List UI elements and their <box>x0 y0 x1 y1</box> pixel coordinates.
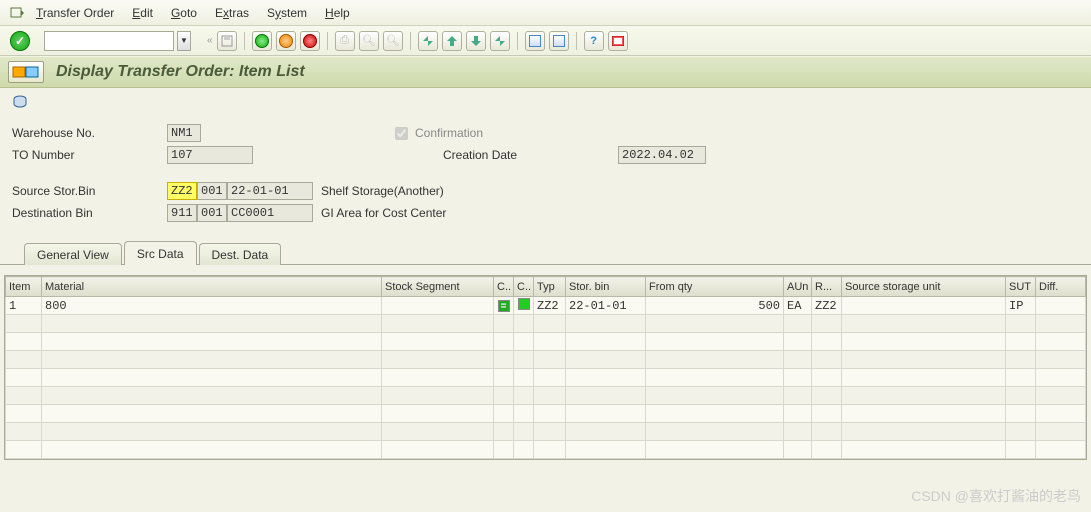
last-page-button[interactable] <box>490 31 510 51</box>
source-section-field: 001 <box>197 182 227 200</box>
table-row-empty <box>6 333 1086 351</box>
cell-source-su <box>842 297 1006 315</box>
enter-button[interactable]: ✓ <box>10 31 30 51</box>
new-session-button[interactable] <box>525 31 545 51</box>
col-r[interactable]: R... <box>812 277 842 297</box>
cell-typ: ZZ2 <box>534 297 566 315</box>
col-item[interactable]: Item <box>6 277 42 297</box>
print-button[interactable]: ⎙ <box>335 31 355 51</box>
page-title: Display Transfer Order: Item List <box>56 63 305 81</box>
menu-goto[interactable]: Goto <box>171 6 197 20</box>
col-c2[interactable]: C.. <box>514 277 534 297</box>
col-typ[interactable]: Typ <box>534 277 566 297</box>
cell-item: 1 <box>6 297 42 315</box>
col-source-su[interactable]: Source storage unit <box>842 277 1006 297</box>
command-field[interactable] <box>44 31 174 51</box>
cell-sut: IP <box>1006 297 1036 315</box>
find-next-button[interactable]: 🔍︎ <box>383 31 403 51</box>
col-aun[interactable]: AUn <box>784 277 812 297</box>
standard-toolbar: ✓ ▼ « ⎙ 🔍︎ 🔍︎ ? <box>0 26 1091 56</box>
cell-material: 800 <box>42 297 382 315</box>
col-stor-bin[interactable]: Stor. bin <box>566 277 646 297</box>
table-row-empty <box>6 423 1086 441</box>
cell-stock-segment <box>382 297 494 315</box>
table-row[interactable]: 1 800 = ZZ2 22-01-01 500 EA ZZ2 IP <box>6 297 1086 315</box>
confirmation-checkbox <box>395 127 408 140</box>
header-form: Warehouse No. NM1 Confirmation TO Number… <box>0 116 1091 230</box>
shortcut-button[interactable] <box>549 31 569 51</box>
col-c1[interactable]: C.. <box>494 277 514 297</box>
find-button[interactable]: 🔍︎ <box>359 31 379 51</box>
menu-transfer-order[interactable]: Transfer Order <box>36 6 114 20</box>
status-ok-icon <box>518 298 530 310</box>
tab-src-data[interactable]: Src Data <box>124 241 197 265</box>
cell-stor-bin: 22-01-01 <box>566 297 646 315</box>
tab-dest-data[interactable]: Dest. Data <box>199 243 282 265</box>
table-row-empty <box>6 315 1086 333</box>
item-grid[interactable]: Item Material Stock Segment C.. C.. Typ … <box>4 275 1087 460</box>
col-from-qty[interactable]: From qty <box>646 277 784 297</box>
help-button[interactable]: ? <box>584 31 604 51</box>
cell-aun: EA <box>784 297 812 315</box>
dest-bin-label: Destination Bin <box>12 206 167 220</box>
next-page-button[interactable] <box>466 31 486 51</box>
table-row-empty <box>6 387 1086 405</box>
dest-storage-type-field: 911 <box>167 204 197 222</box>
command-dropdown[interactable]: ▼ <box>177 31 191 51</box>
col-diff[interactable]: Diff. <box>1036 277 1086 297</box>
exit-button[interactable] <box>276 31 296 51</box>
layout-button[interactable] <box>608 31 628 51</box>
title-bar: Display Transfer Order: Item List <box>0 56 1091 88</box>
dest-section-field: 001 <box>197 204 227 222</box>
col-material[interactable]: Material <box>42 277 382 297</box>
to-number-label: TO Number <box>12 148 167 162</box>
col-stock-segment[interactable]: Stock Segment <box>382 277 494 297</box>
app-toolbar <box>0 88 1091 116</box>
save-button[interactable] <box>217 31 237 51</box>
col-sut[interactable]: SUT <box>1006 277 1036 297</box>
cell-r: ZZ2 <box>812 297 842 315</box>
table-row-empty <box>6 351 1086 369</box>
first-page-button[interactable] <box>418 31 438 51</box>
cell-c1: = <box>494 297 514 315</box>
tabstrip: General View Src Data Dest. Data <box>0 240 1091 264</box>
confirmation-label: Confirmation <box>415 126 483 140</box>
creation-date-label: Creation Date <box>443 148 618 162</box>
cell-c2 <box>514 297 534 315</box>
prev-page-button[interactable] <box>442 31 462 51</box>
warehouse-label: Warehouse No. <box>12 126 167 140</box>
menu-system[interactable]: System <box>267 6 307 20</box>
other-data-icon[interactable] <box>10 93 30 111</box>
warehouse-field: NM1 <box>167 124 201 142</box>
history-back-icon: « <box>207 35 213 46</box>
status-confirmed-icon: = <box>498 300 510 312</box>
menu-edit[interactable]: Edit <box>132 6 153 20</box>
watermark: CSDN @喜欢打酱油的老鸟 <box>911 486 1081 506</box>
menubar: Transfer Order Edit Goto Extras System H… <box>0 0 1091 26</box>
dest-desc: GI Area for Cost Center <box>321 206 446 220</box>
source-storage-type-field: ZZ2 <box>167 182 197 200</box>
source-bin-field: 22-01-01 <box>227 182 313 200</box>
menu-help[interactable]: Help <box>325 6 350 20</box>
table-row-empty <box>6 441 1086 459</box>
dest-bin-field: CC0001 <box>227 204 313 222</box>
source-desc: Shelf Storage(Another) <box>321 184 444 198</box>
source-bin-label: Source Stor.Bin <box>12 184 167 198</box>
menu-extras[interactable]: Extras <box>215 6 249 20</box>
to-number-field: 107 <box>167 146 253 164</box>
cancel-button[interactable] <box>300 31 320 51</box>
tab-content: Item Material Stock Segment C.. C.. Typ … <box>0 264 1091 464</box>
creation-date-field: 2022.04.02 <box>618 146 706 164</box>
cell-from-qty: 500 <box>646 297 784 315</box>
app-menu-icon[interactable] <box>8 4 26 22</box>
table-row-empty <box>6 405 1086 423</box>
title-icon[interactable] <box>8 61 44 83</box>
cell-diff <box>1036 297 1086 315</box>
table-row-empty <box>6 369 1086 387</box>
back-button[interactable] <box>252 31 272 51</box>
tab-general-view[interactable]: General View <box>24 243 122 265</box>
